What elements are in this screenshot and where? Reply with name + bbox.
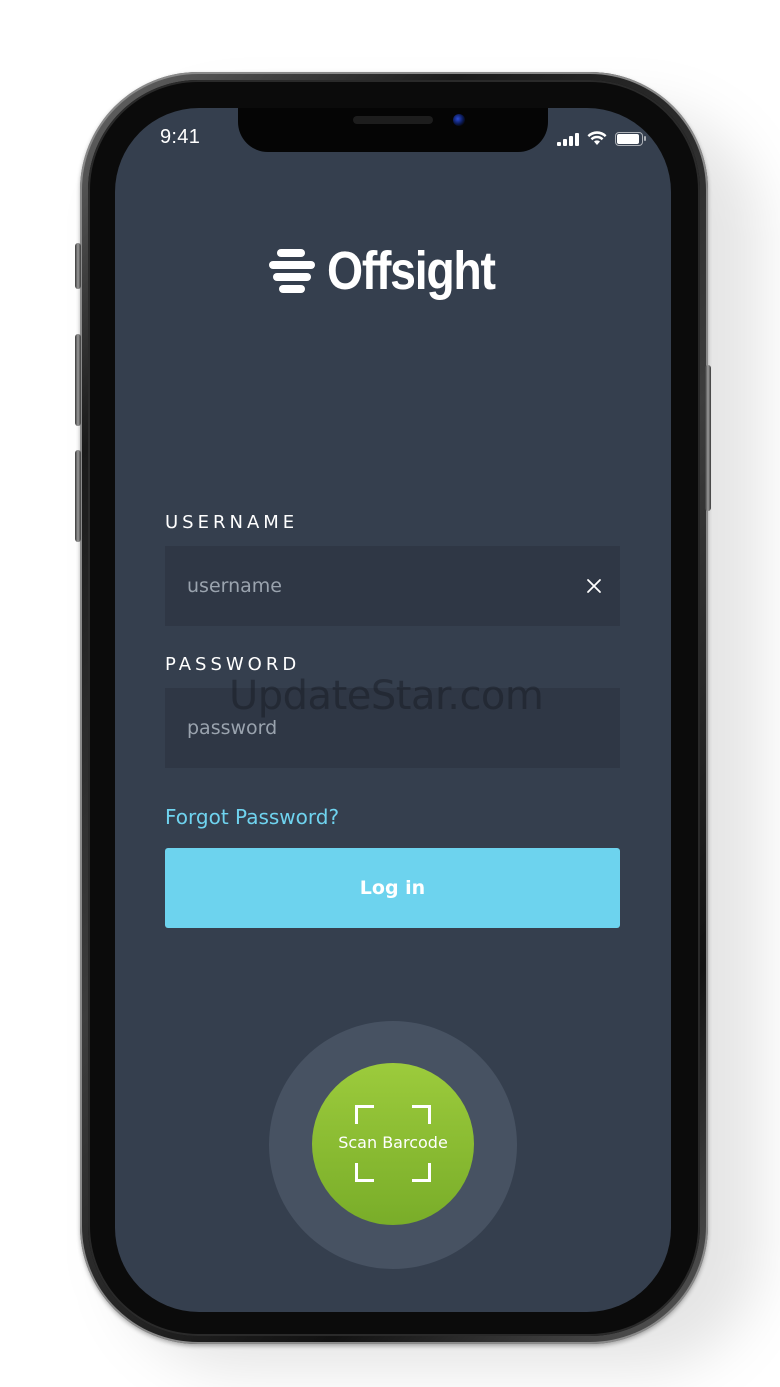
notch [238, 108, 548, 152]
volume-up-button [75, 334, 81, 426]
app-logo: Offsight [269, 244, 522, 298]
stage: 9:41 Offsight USERNAME username PASSWORD… [0, 0, 780, 1387]
scan-barcode-label: Scan Barcode [338, 1133, 448, 1152]
password-field-container [165, 688, 620, 768]
status-time: 9:41 [160, 126, 201, 148]
volume-down-button [75, 450, 81, 542]
logo-text: Offsight [327, 241, 496, 301]
password-label: PASSWORD [165, 654, 301, 675]
battery-icon [615, 132, 646, 146]
login-button[interactable]: Log in [165, 848, 620, 928]
username-input[interactable] [165, 546, 620, 626]
scan-barcode-button[interactable]: Scan Barcode [312, 1063, 474, 1225]
silent-switch [75, 243, 81, 289]
status-icons [557, 128, 646, 146]
speaker [353, 116, 433, 124]
username-field-container [165, 546, 620, 626]
offsight-logo-icon [269, 247, 315, 295]
front-camera [453, 114, 465, 126]
password-input[interactable] [165, 688, 620, 768]
close-icon[interactable] [584, 576, 604, 596]
power-button [705, 365, 711, 511]
signal-icon [557, 132, 579, 146]
forgot-password-link[interactable]: Forgot Password? [165, 805, 339, 829]
username-label: USERNAME [165, 512, 299, 533]
wifi-icon [587, 131, 607, 145]
scan-ring: Scan Barcode [269, 1021, 517, 1269]
app-screen: 9:41 Offsight USERNAME username PASSWORD… [115, 108, 671, 1312]
